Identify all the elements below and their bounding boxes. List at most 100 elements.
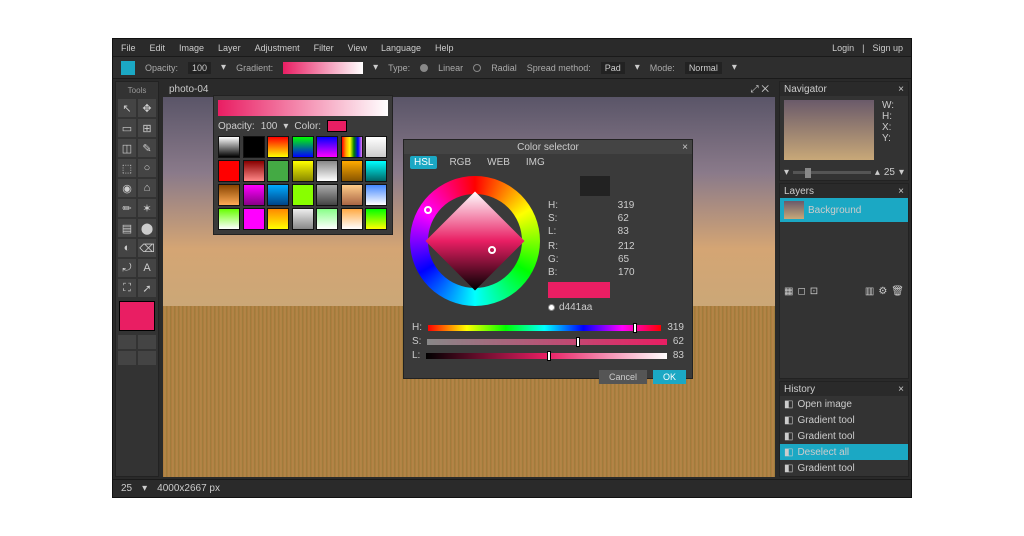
history-item[interactable]: ◧Gradient tool (780, 412, 908, 428)
tool-9[interactable]: ⌂ (138, 179, 156, 197)
close-icon[interactable]: × (898, 186, 904, 197)
gradient-swatch[interactable] (218, 208, 240, 230)
gradient-swatch[interactable] (243, 160, 265, 182)
sat-slider[interactable] (427, 339, 666, 345)
gradient-swatch[interactable] (218, 136, 240, 158)
duplicate-icon[interactable]: ⊡ (810, 286, 818, 297)
hue-handle[interactable] (424, 206, 432, 214)
tool-16[interactable]: ⤾ (118, 259, 136, 277)
r-value[interactable]: 212 (618, 241, 686, 252)
tool-12[interactable]: ▤ (118, 219, 136, 237)
color-wheel[interactable] (410, 176, 540, 306)
gradient-swatch[interactable] (292, 136, 314, 158)
dropdown-icon[interactable]: ▾ (373, 62, 378, 73)
tab-img[interactable]: IMG (522, 156, 549, 169)
gradient-swatch[interactable] (316, 184, 338, 206)
s-slider-value[interactable]: 62 (673, 336, 684, 347)
gradient-editor-preview[interactable] (218, 100, 388, 116)
history-item[interactable]: ◧Gradient tool (780, 428, 908, 444)
tool-5[interactable]: ✎ (138, 139, 156, 157)
gradient-swatch[interactable] (292, 160, 314, 182)
document-tab[interactable]: photo-04 (169, 84, 208, 95)
new-layer-icon[interactable]: ▦ (784, 286, 793, 297)
gradient-swatch[interactable] (341, 160, 363, 182)
lum-slider[interactable] (426, 353, 667, 359)
history-item[interactable]: ◧Gradient tool (780, 460, 908, 476)
tool-13[interactable]: ⬤ (138, 219, 156, 237)
hex-value[interactable]: d441aa (559, 302, 592, 313)
tool-15[interactable]: ⌫ (138, 239, 156, 257)
gradient-swatch[interactable] (218, 160, 240, 182)
gradient-swatch[interactable] (292, 208, 314, 230)
gradient-swatch[interactable] (316, 136, 338, 158)
gradient-swatch[interactable] (341, 184, 363, 206)
zoom-status[interactable]: 25 (121, 483, 132, 494)
dropdown-icon[interactable]: ▾ (899, 167, 904, 178)
popup-color-swatch[interactable] (327, 120, 347, 132)
dropdown-icon[interactable]: ▾ (221, 62, 226, 73)
tab-web[interactable]: WEB (483, 156, 514, 169)
popup-opacity-value[interactable]: 100 (261, 121, 278, 132)
g-value[interactable]: 65 (618, 254, 686, 265)
h-value[interactable]: 319 (618, 200, 686, 211)
mode-value[interactable]: Normal (685, 62, 722, 74)
gradient-swatch[interactable] (365, 184, 387, 206)
tool-17[interactable]: A (138, 259, 156, 277)
l-slider-value[interactable]: 83 (673, 350, 684, 361)
gradient-swatch[interactable] (267, 160, 289, 182)
tool-3[interactable]: ⊞ (138, 119, 156, 137)
settings-icon[interactable]: ⚙ (878, 286, 887, 297)
tab-rgb[interactable]: RGB (445, 156, 475, 169)
gradient-swatch[interactable] (243, 136, 265, 158)
gradient-swatch[interactable] (243, 184, 265, 206)
opacity-value[interactable]: 100 (188, 62, 211, 74)
mask-icon[interactable]: ◻ (797, 286, 805, 297)
hex-radio[interactable] (548, 304, 555, 311)
ok-button[interactable]: OK (653, 370, 686, 384)
login-link[interactable]: Login (832, 43, 854, 53)
menu-language[interactable]: Language (381, 43, 421, 53)
close-icon[interactable]: × (898, 384, 904, 395)
gradient-swatch[interactable] (365, 136, 387, 158)
extra-tool[interactable] (118, 351, 136, 365)
gradient-swatch[interactable] (316, 208, 338, 230)
b-value[interactable]: 170 (618, 267, 686, 278)
gradient-swatch[interactable] (341, 136, 363, 158)
gradient-preview[interactable] (283, 62, 363, 74)
menu-image[interactable]: Image (179, 43, 204, 53)
s-value[interactable]: 62 (618, 213, 686, 224)
menu-adjustment[interactable]: Adjustment (255, 43, 300, 53)
dropdown-icon[interactable]: ▾ (635, 62, 640, 73)
zoom-in-icon[interactable]: ▴ (875, 167, 880, 178)
history-item[interactable]: ◧Deselect all (780, 444, 908, 460)
close-tab-icon[interactable]: ✕ (761, 84, 769, 95)
tool-6[interactable]: ⬚ (118, 159, 136, 177)
gradient-swatch[interactable] (267, 136, 289, 158)
merge-icon[interactable]: ▥ (865, 286, 874, 297)
gradient-swatch[interactable] (365, 208, 387, 230)
history-item[interactable]: ◧Open image (780, 396, 908, 412)
menu-help[interactable]: Help (435, 43, 454, 53)
dropdown-icon[interactable]: ▾ (142, 483, 147, 494)
signup-link[interactable]: Sign up (872, 43, 903, 53)
tool-11[interactable]: ✶ (138, 199, 156, 217)
sat-lum-handle[interactable] (488, 246, 496, 254)
spread-value[interactable]: Pad (601, 62, 625, 74)
close-icon[interactable]: × (898, 84, 904, 95)
zoom-value[interactable]: 25 (884, 167, 895, 178)
gradient-swatch[interactable] (218, 184, 240, 206)
gradient-swatch[interactable] (267, 208, 289, 230)
extra-tool[interactable] (138, 335, 156, 349)
gradient-swatch[interactable] (267, 184, 289, 206)
extra-tool[interactable] (118, 335, 136, 349)
gradient-swatch[interactable] (365, 160, 387, 182)
gradient-swatch[interactable] (316, 160, 338, 182)
tool-4[interactable]: ◫ (118, 139, 136, 157)
tool-7[interactable]: ○ (138, 159, 156, 177)
menu-view[interactable]: View (348, 43, 367, 53)
gradient-swatch[interactable] (341, 208, 363, 230)
menu-file[interactable]: File (121, 43, 136, 53)
tool-0[interactable]: ↖ (118, 99, 136, 117)
dropdown-icon[interactable]: ▾ (283, 121, 288, 132)
l-value[interactable]: 83 (618, 226, 686, 237)
